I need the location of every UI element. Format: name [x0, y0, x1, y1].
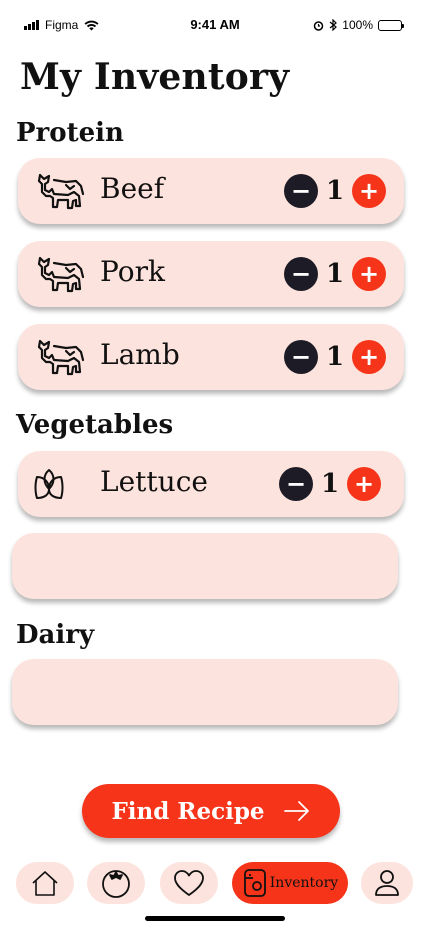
page-title: My Inventory: [20, 56, 290, 98]
bluetooth-icon: [329, 19, 338, 31]
quantity-stepper: − 1 +: [279, 467, 382, 501]
quantity-stepper: − 1 +: [284, 257, 387, 291]
cow-icon: [37, 339, 85, 376]
nav-inventory[interactable]: Inventory: [232, 862, 348, 904]
leaf-icon: [34, 469, 64, 499]
nav-inventory-label: Inventory: [269, 875, 339, 891]
tomato-icon: [102, 870, 130, 898]
section-title-protein: Protein: [16, 118, 124, 148]
heart-icon: [174, 870, 204, 896]
quantity-stepper: − 1 +: [284, 174, 387, 208]
quantity-value: 1: [321, 469, 340, 499]
nav-profile[interactable]: [361, 862, 413, 904]
increase-button[interactable]: +: [347, 467, 382, 501]
battery-icon: [378, 19, 404, 31]
quantity-stepper: − 1 +: [284, 340, 387, 374]
decrease-button[interactable]: −: [284, 340, 318, 374]
empty-item-slot[interactable]: [12, 659, 398, 725]
find-recipe-button[interactable]: Find Recipe: [82, 784, 340, 838]
nav-favorites[interactable]: [160, 862, 218, 904]
home-indicator: [145, 916, 285, 921]
decrease-button[interactable]: −: [284, 174, 318, 208]
fridge-icon: [243, 869, 266, 897]
section-title-dairy: Dairy: [16, 620, 95, 650]
nav-home[interactable]: [16, 862, 74, 904]
inventory-item-lamb: Lamb − 1 +: [18, 324, 404, 390]
decrease-button[interactable]: −: [279, 467, 313, 501]
status-right: 100%: [313, 18, 404, 32]
empty-item-slot[interactable]: [12, 533, 398, 599]
inventory-item-pork: Pork − 1 +: [18, 241, 404, 307]
quantity-value: 1: [326, 259, 345, 289]
quantity-value: 1: [326, 342, 345, 372]
find-recipe-label: Find Recipe: [111, 797, 265, 825]
nav-tomato[interactable]: [87, 862, 145, 904]
alarm-icon: [314, 20, 324, 31]
battery-percent: 100%: [342, 18, 373, 32]
status-bar: Figma 9:41 AM 100%: [0, 0, 430, 50]
inventory-item-lettuce: Lettuce − 1 +: [18, 451, 404, 517]
cow-icon: [37, 173, 85, 210]
arrow-right-icon: [283, 801, 309, 821]
item-label: Beef: [100, 172, 165, 205]
increase-button[interactable]: +: [352, 174, 387, 208]
home-icon: [32, 871, 58, 896]
increase-button[interactable]: +: [352, 257, 387, 291]
cow-icon: [37, 256, 85, 293]
item-label: Lettuce: [100, 465, 208, 498]
decrease-button[interactable]: −: [284, 257, 318, 291]
increase-button[interactable]: +: [352, 340, 387, 374]
quantity-value: 1: [326, 176, 345, 206]
item-label: Lamb: [100, 338, 180, 371]
profile-icon: [375, 870, 399, 896]
section-title-vegetables: Vegetables: [16, 410, 174, 440]
item-label: Pork: [100, 255, 165, 288]
inventory-item-beef: Beef − 1 +: [18, 158, 404, 224]
